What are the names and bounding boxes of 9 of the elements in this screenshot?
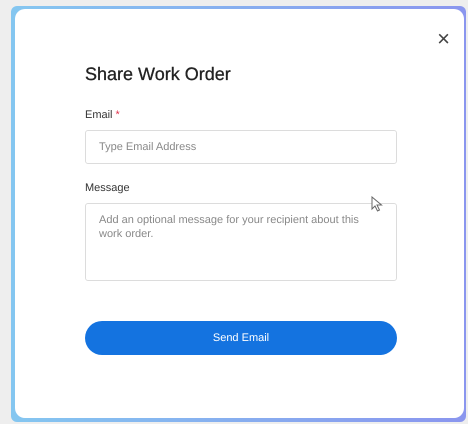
dialog-title: Share Work Order <box>85 64 232 85</box>
close-button[interactable]: × <box>437 27 450 51</box>
email-field[interactable]: Type Email Address <box>85 130 397 164</box>
send-email-button[interactable]: Send Email <box>85 321 397 355</box>
message-field[interactable]: Add an optional message for your recipient about this work order. <box>85 203 397 281</box>
required-mark: * <box>116 109 120 121</box>
field-label: Email <box>85 109 113 121</box>
pointer-icon <box>371 196 383 212</box>
field-label: Message <box>85 182 130 194</box>
